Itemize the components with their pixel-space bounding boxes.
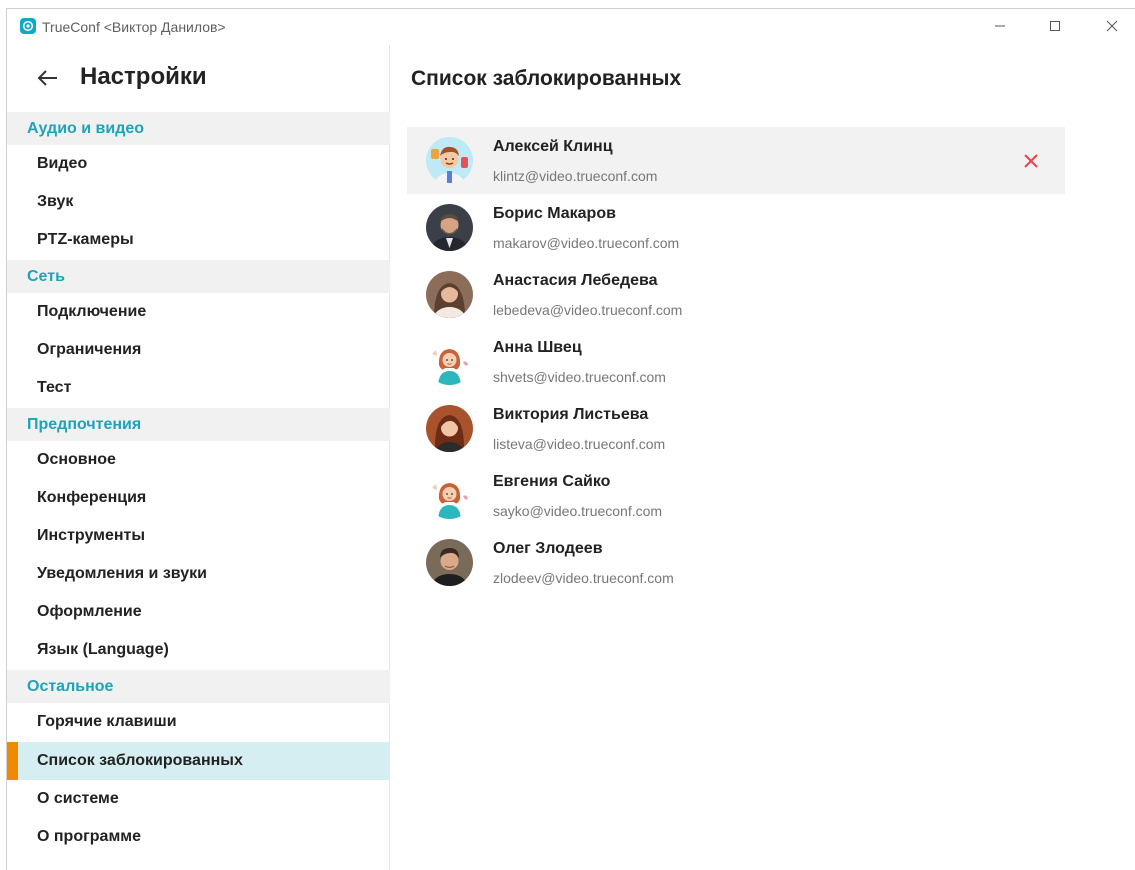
contact-email: zlodeev@video.trueconf.com <box>493 570 674 586</box>
section-label: Сеть <box>27 268 65 285</box>
sidebar-item-conference[interactable]: Конференция <box>7 479 390 517</box>
sidebar-item-notifications[interactable]: Уведомления и звуки <box>7 555 390 593</box>
contact-name: Алексей Клинц <box>493 138 613 155</box>
section-label: Остальное <box>27 678 114 695</box>
cartoon-female-avatar <box>426 338 473 385</box>
sidebar-item-label: Конференция <box>37 489 147 506</box>
sidebar-item-label: Список заблокированных <box>37 752 243 769</box>
trueconf-logo-icon <box>20 18 36 34</box>
sidebar-item-label: О программе <box>37 828 142 845</box>
section-audio-video: Аудио и видео <box>7 112 390 145</box>
sidebar-item-system[interactable]: О системе <box>7 780 390 818</box>
sidebar-item-label: Тест <box>37 379 72 396</box>
contact-email: sayko@video.trueconf.com <box>493 503 663 519</box>
contact-row[interactable]: Евгения Сайко sayko@video.trueconf.com <box>407 462 1065 529</box>
sidebar-item-label: Уведомления и звуки <box>37 565 207 582</box>
sidebar-item-label: Инструменты <box>37 527 146 544</box>
contact-row[interactable]: Анна Швец shvets@video.trueconf.com <box>407 328 1065 395</box>
back-arrow-icon[interactable] <box>35 65 61 91</box>
unblock-close-icon[interactable] <box>1019 149 1043 173</box>
sidebar-item-general[interactable]: Основное <box>7 441 390 479</box>
title-bar: TrueConf <Виктор Данилов> <box>7 9 1135 45</box>
sidebar-item-hotkeys[interactable]: Горячие клавиши <box>7 703 390 741</box>
sidebar-item-limits[interactable]: Ограничения <box>7 331 390 369</box>
photo-avatar <box>426 405 473 452</box>
contact-email: makarov@video.trueconf.com <box>493 235 680 251</box>
close-window-button[interactable] <box>1089 9 1135 43</box>
window-title: TrueConf <Виктор Данилов> <box>42 19 226 35</box>
active-indicator <box>7 742 18 780</box>
sidebar-item-blocked-list[interactable]: Список заблокированных <box>7 742 390 780</box>
sidebar-item-label: Видео <box>37 155 88 172</box>
sidebar-item-label: Звук <box>37 193 74 210</box>
cartoon-female-avatar <box>426 472 473 519</box>
sidebar-item-label: PTZ-камеры <box>37 231 134 248</box>
maximize-button[interactable] <box>1032 9 1078 43</box>
contact-row[interactable]: Борис Макаров makarov@video.trueconf.com <box>407 194 1065 261</box>
sidebar-item-label: Ограничения <box>37 341 142 358</box>
sidebar-item-about[interactable]: О программе <box>7 818 390 856</box>
sidebar-header: Настройки <box>7 45 390 111</box>
contact-email: klintz@video.trueconf.com <box>493 168 658 184</box>
sidebar-item-video[interactable]: Видео <box>7 145 390 183</box>
contact-name: Виктория Листьева <box>493 406 649 423</box>
section-preferences: Предпочтения <box>7 408 390 441</box>
section-network: Сеть <box>7 260 390 293</box>
cartoon-male-avatar <box>426 137 473 184</box>
contact-row[interactable]: Анастасия Лебедева lebedeva@video.trueco… <box>407 261 1065 328</box>
sidebar-item-test[interactable]: Тест <box>7 369 390 407</box>
photo-avatar <box>426 271 473 318</box>
contact-row[interactable]: Алексей Клинц klintz@video.trueconf.com <box>407 127 1065 194</box>
sidebar-item-label: Горячие клавиши <box>37 713 177 730</box>
sidebar-item-ptz-cameras[interactable]: PTZ-камеры <box>7 221 390 259</box>
page-title: Список заблокированных <box>411 67 682 90</box>
photo-avatar <box>426 539 473 586</box>
app-window: TrueConf <Виктор Данилов> Настройки Ауди… <box>6 8 1135 870</box>
sidebar-item-label: Язык (Language) <box>37 641 169 658</box>
contact-row[interactable]: Олег Злодеев zlodeev@video.trueconf.com <box>407 529 1065 596</box>
photo-avatar <box>426 204 473 251</box>
section-other: Остальное <box>7 670 390 703</box>
contact-name: Евгения Сайко <box>493 473 611 490</box>
contact-row[interactable]: Виктория Листьева listeva@video.trueconf… <box>407 395 1065 462</box>
contact-name: Борис Макаров <box>493 205 616 222</box>
contact-email: lebedeva@video.trueconf.com <box>493 302 683 318</box>
sidebar-item-appearance[interactable]: Оформление <box>7 593 390 631</box>
contact-email: listeva@video.trueconf.com <box>493 436 666 452</box>
sidebar-item-language[interactable]: Язык (Language) <box>7 631 390 669</box>
section-label: Предпочтения <box>27 416 142 433</box>
sidebar-item-label: Основное <box>37 451 116 468</box>
sidebar-item-label: Оформление <box>37 603 142 620</box>
contact-name: Анна Швец <box>493 339 582 356</box>
settings-sidebar: Настройки Аудио и видео Видео Звук PTZ-к… <box>7 45 390 870</box>
minimize-button[interactable] <box>977 9 1023 43</box>
sidebar-item-tools[interactable]: Инструменты <box>7 517 390 555</box>
sidebar-item-connection[interactable]: Подключение <box>7 293 390 331</box>
sidebar-item-label: О системе <box>37 790 119 807</box>
settings-title: Настройки <box>80 63 207 90</box>
blocked-list-panel: Список заблокированных Алексей Клинц kli… <box>391 45 1135 870</box>
contact-name: Анастасия Лебедева <box>493 272 658 289</box>
contact-name: Олег Злодеев <box>493 540 603 557</box>
sidebar-item-sound[interactable]: Звук <box>7 183 390 221</box>
contact-email: shvets@video.trueconf.com <box>493 369 666 385</box>
sidebar-item-label: Подключение <box>37 303 147 320</box>
section-label: Аудио и видео <box>27 120 145 137</box>
